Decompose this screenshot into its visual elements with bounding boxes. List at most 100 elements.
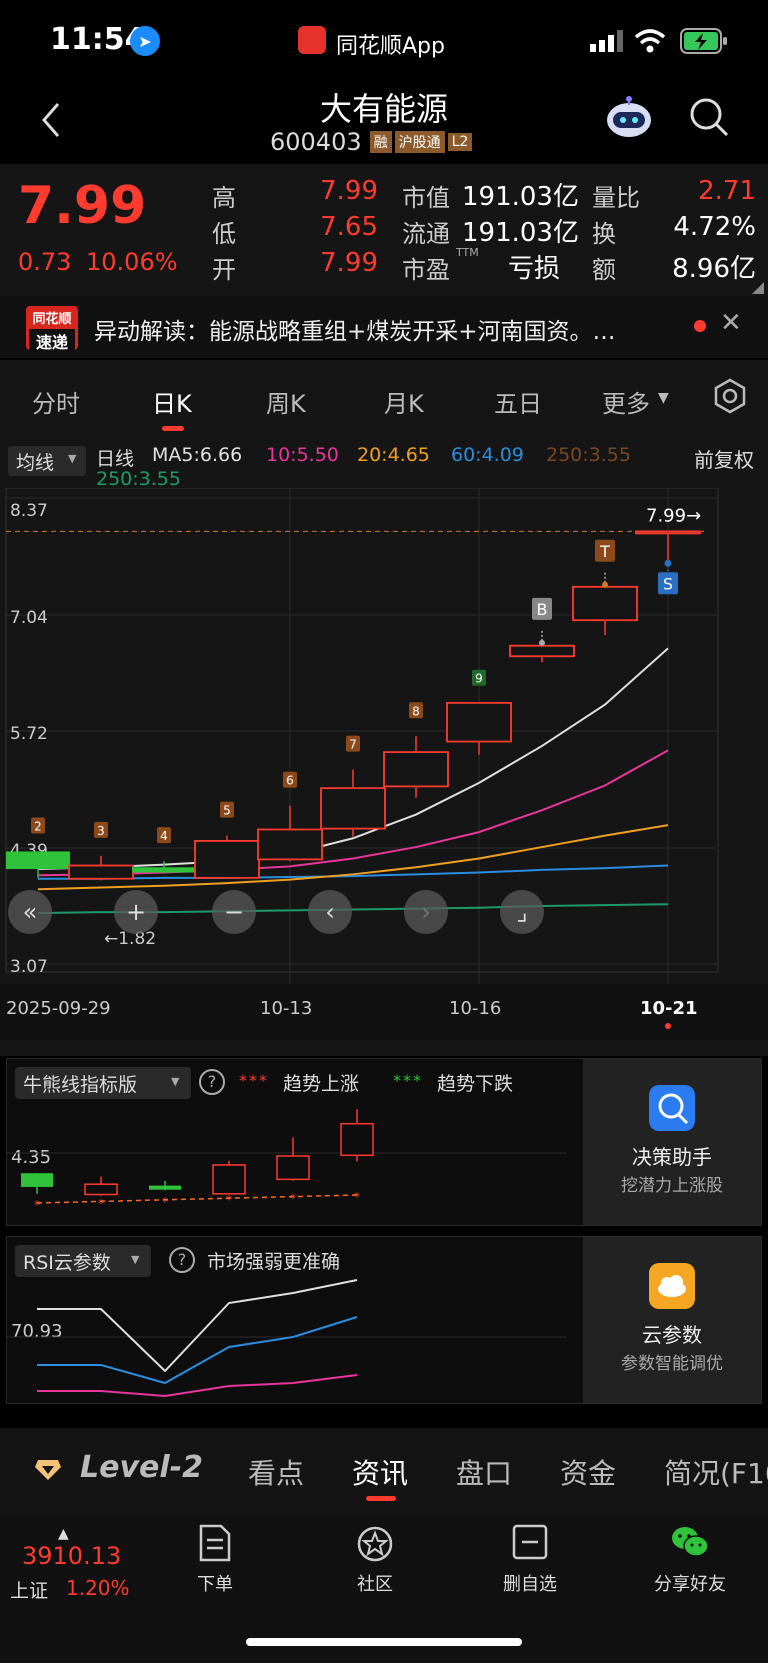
tab-monthly-k[interactable]: 月K bbox=[384, 384, 424, 419]
expand-corner-icon[interactable] bbox=[752, 282, 764, 294]
tab-capital[interactable]: 资金 bbox=[560, 1452, 616, 1492]
kline-chart[interactable]: 8.377.045.724.393.077.99→2 3 456789BTS←1.8… bbox=[0, 488, 768, 1056]
help-icon[interactable]: ? bbox=[199, 1069, 225, 1095]
stock-header: 大有能源 600403 融 沪股通 L2 bbox=[0, 82, 768, 164]
nav-remove-watchlist-button[interactable]: 删自选 bbox=[490, 1524, 570, 1614]
rsi-help-icon[interactable]: ? bbox=[169, 1247, 195, 1273]
cloud-params-title: 云参数 bbox=[642, 1323, 702, 1347]
tab-daily-k[interactable]: 日K bbox=[152, 384, 192, 419]
bull-bear-selector[interactable]: 牛熊线指标版 ▼ bbox=[15, 1067, 191, 1099]
rsi-caret-icon: ▼ bbox=[131, 1253, 140, 1266]
tab-intraday[interactable]: 分时 bbox=[32, 384, 80, 419]
candle-body bbox=[383, 751, 449, 788]
candle-body bbox=[6, 851, 70, 870]
signal-marker-label: 9 bbox=[475, 672, 483, 686]
info-tabs: Level-2 看点 资讯 盘口 资金 简况(F10 bbox=[0, 1428, 768, 1518]
decision-assistant-card[interactable]: 决策助手 挖潜力上涨股 bbox=[583, 1059, 761, 1225]
nav-order-button[interactable]: 下单 bbox=[180, 1524, 250, 1614]
x-tick-label: 10-13 bbox=[260, 998, 312, 1019]
tab-highlights[interactable]: 看点 bbox=[248, 1452, 304, 1492]
cloud-params-card[interactable]: 云参数 参数智能调优 bbox=[583, 1237, 761, 1403]
tab-order-book[interactable]: 盘口 bbox=[456, 1452, 512, 1492]
app-logo-icon bbox=[298, 26, 326, 54]
ma250-second-label: 250:3.55 bbox=[96, 468, 181, 490]
trend-star: * bbox=[98, 1196, 104, 1210]
index-value: 3910.13 bbox=[22, 1542, 122, 1570]
scroll-left-icon[interactable]: ‹ bbox=[308, 890, 352, 934]
bb-candle-body bbox=[21, 1173, 53, 1187]
y-tick-label: 3.07 bbox=[10, 957, 48, 977]
news-text: 异动解读：能源战略重组+煤炭开采+河南国资。… bbox=[94, 319, 616, 345]
ma-selector[interactable]: 均线 ▼ bbox=[8, 446, 86, 476]
bb-candle-body bbox=[212, 1164, 246, 1195]
trend-star: * bbox=[34, 1198, 40, 1212]
index-pct: 1.20% bbox=[66, 1576, 130, 1600]
pe-value: 亏损 bbox=[508, 254, 561, 284]
up-triangle-icon: ▲ bbox=[58, 1526, 69, 1542]
bull-bear-selector-label: 牛熊线指标版 bbox=[23, 1074, 138, 1096]
unread-dot bbox=[694, 320, 706, 332]
fullscreen-icon[interactable]: ⌟ bbox=[500, 890, 544, 934]
marker-dot bbox=[539, 639, 545, 646]
nav-share-label: 分享好友 bbox=[654, 1574, 726, 1595]
ma10-label: 10:5.50 bbox=[266, 444, 339, 466]
price-change-pct: 10.06% bbox=[86, 248, 178, 276]
wifi-icon bbox=[634, 29, 666, 53]
bull-bear-line bbox=[36, 1194, 358, 1204]
tab-weekly-k[interactable]: 周K bbox=[266, 384, 306, 419]
down-dots-icon: *** bbox=[393, 1071, 423, 1090]
float-label: 流通 bbox=[402, 220, 450, 248]
trend-star: * bbox=[162, 1195, 168, 1209]
collapse-left-icon[interactable]: « bbox=[8, 890, 52, 934]
mcap-value: 191.03亿 bbox=[462, 182, 579, 212]
signal-marker-label: S bbox=[663, 574, 673, 593]
signal-marker-label: 5 bbox=[223, 804, 231, 818]
zoom-in-icon[interactable]: + bbox=[114, 890, 158, 934]
signal-marker-label: 4 bbox=[160, 829, 168, 843]
adjust-mode-button[interactable]: 前复权 bbox=[694, 444, 754, 473]
price-change: 0.73 bbox=[18, 248, 72, 276]
rsi-description: 市场强弱更准确 bbox=[207, 1251, 341, 1273]
selector-caret-icon: ▼ bbox=[171, 1075, 180, 1088]
index-quote[interactable]: ▲ 3910.13 上证 1.20% bbox=[8, 1518, 158, 1618]
search-icon[interactable] bbox=[688, 96, 730, 138]
ai-robot-icon[interactable] bbox=[604, 94, 654, 140]
settings-hexagon-icon[interactable] bbox=[712, 378, 748, 414]
nav-share-button[interactable]: 分享好友 bbox=[640, 1524, 740, 1614]
x-tick-label: 10-16 bbox=[449, 998, 501, 1019]
tab-five-day[interactable]: 五日 bbox=[494, 384, 542, 419]
pe-ttm-sup: TTM bbox=[456, 246, 479, 259]
signal-marker-label: 7 bbox=[349, 738, 357, 752]
bottom-navigation: ▲ 3910.13 上证 1.20% 下单 社区 删自选 分享好友 bbox=[0, 1518, 768, 1663]
app-name: 同花顺App bbox=[336, 34, 445, 59]
y-tick-label: 8.37 bbox=[10, 501, 48, 521]
ma5-label: MA5:6.66 bbox=[152, 444, 243, 466]
rsi-selector[interactable]: RSI云参数 ▼ bbox=[15, 1245, 151, 1277]
close-icon[interactable]: ✕ bbox=[720, 308, 742, 338]
tab-level2[interactable]: Level-2 bbox=[80, 1450, 203, 1485]
signal-marker-label: T bbox=[599, 542, 610, 561]
ma-selector-label: 均线 bbox=[16, 452, 55, 474]
scroll-right-icon[interactable]: › bbox=[404, 890, 448, 934]
x-tick-label: 2025-09-29 bbox=[6, 998, 111, 1019]
news-banner[interactable]: 同花顺 速递 异动解读：能源战略重组+煤炭开采+河南国资。… ✕ bbox=[0, 296, 768, 358]
bb-candle-body bbox=[276, 1155, 310, 1181]
kline-chart-area[interactable]: 均线 ▼ 日线 MA5:6.66 10:5.50 20:4.65 60:4.09… bbox=[0, 436, 768, 1056]
y-tick-label: 7.04 bbox=[10, 608, 48, 628]
last-price-label: 7.99→ bbox=[646, 505, 701, 526]
connect-badge: 沪股通 bbox=[394, 131, 445, 153]
zoom-out-icon[interactable]: − bbox=[212, 890, 256, 934]
wechat-share-icon bbox=[672, 1527, 709, 1557]
trend-star: * bbox=[290, 1192, 296, 1206]
community-star-icon bbox=[357, 1526, 393, 1562]
active-tab-indicator bbox=[162, 426, 184, 431]
bb-candle-body bbox=[340, 1122, 374, 1157]
vol-ratio-label: 量比 bbox=[592, 184, 640, 212]
tab-overview[interactable]: 简况(F10 bbox=[664, 1452, 768, 1492]
nav-community-button[interactable]: 社区 bbox=[340, 1524, 410, 1614]
decision-assistant-title: 决策助手 bbox=[632, 1145, 712, 1169]
tab-more[interactable]: 更多 bbox=[602, 384, 650, 419]
trend-star: * bbox=[226, 1193, 232, 1207]
trend-up-label: 趋势上涨 bbox=[283, 1073, 360, 1095]
tab-news[interactable]: 资讯 bbox=[352, 1452, 408, 1492]
